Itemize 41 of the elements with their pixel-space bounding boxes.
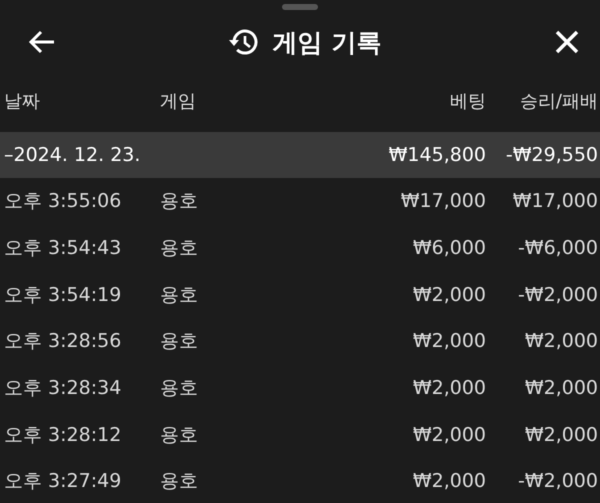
result-cell-text: -₩2,000 bbox=[516, 470, 598, 492]
time-cell-text: 오후 3:28:34 bbox=[4, 376, 122, 402]
bet-cell-text: ₩6,000 bbox=[412, 237, 486, 260]
group-result-total: -₩29,550 bbox=[504, 144, 598, 166]
time-cell-text: 오후 3:54:43 bbox=[4, 236, 122, 262]
drag-handle[interactable] bbox=[282, 4, 318, 10]
game-cell-text: 용호 bbox=[160, 422, 199, 448]
game-cell-text: 용호 bbox=[160, 376, 199, 402]
bet-cell-text: ₩2,000 bbox=[412, 470, 486, 492]
column-header: 승리/패배 bbox=[518, 90, 598, 113]
game-cell-text: 용호 bbox=[160, 329, 199, 354]
game-cell-text: 용호 bbox=[160, 236, 199, 262]
time-cell-text: 오후 3:55:06 bbox=[4, 189, 122, 214]
history-icon bbox=[228, 28, 259, 56]
group-date: –2024. 12. 23. bbox=[4, 144, 142, 166]
game-cell-text: 용호 bbox=[160, 469, 199, 494]
time-cell-text: 오후 3:28:56 bbox=[4, 329, 122, 354]
result-cell-text: -₩2,000 bbox=[516, 284, 598, 306]
column-header: 베팅 bbox=[449, 90, 486, 113]
game-cell-text: 용호 bbox=[160, 189, 199, 214]
back-icon[interactable] bbox=[28, 30, 56, 54]
close-icon[interactable] bbox=[554, 29, 580, 55]
result-cell-text: ₩2,000 bbox=[524, 377, 598, 400]
bet-cell-text: ₩2,000 bbox=[412, 424, 486, 446]
date-group-row[interactable]: –2024. 12. 23. ₩145,800 -₩29,550 bbox=[0, 132, 600, 178]
group-bet-total: ₩145,800 bbox=[388, 144, 486, 166]
time-cell-text: 오후 3:28:12 bbox=[4, 422, 122, 448]
column-header: 날짜 bbox=[4, 90, 41, 113]
bet-cell-text: ₩2,000 bbox=[412, 377, 486, 400]
result-cell-text: ₩2,000 bbox=[524, 424, 598, 446]
result-cell-text: ₩17,000 bbox=[512, 190, 598, 212]
bet-cell-text: ₩2,000 bbox=[412, 330, 486, 352]
time-cell-text: 오후 3:27:49 bbox=[4, 469, 122, 494]
game-cell-text: 용호 bbox=[160, 282, 199, 308]
result-cell-text: ₩2,000 bbox=[524, 330, 598, 352]
result-cell-text: -₩6,000 bbox=[516, 237, 598, 260]
column-header: 게임 bbox=[160, 90, 197, 113]
bet-cell-text: ₩2,000 bbox=[412, 284, 486, 306]
time-cell-text: 오후 3:54:19 bbox=[4, 282, 122, 308]
bet-cell-text: ₩17,000 bbox=[400, 190, 486, 212]
screen-title: 게임 기록 bbox=[272, 26, 382, 58]
